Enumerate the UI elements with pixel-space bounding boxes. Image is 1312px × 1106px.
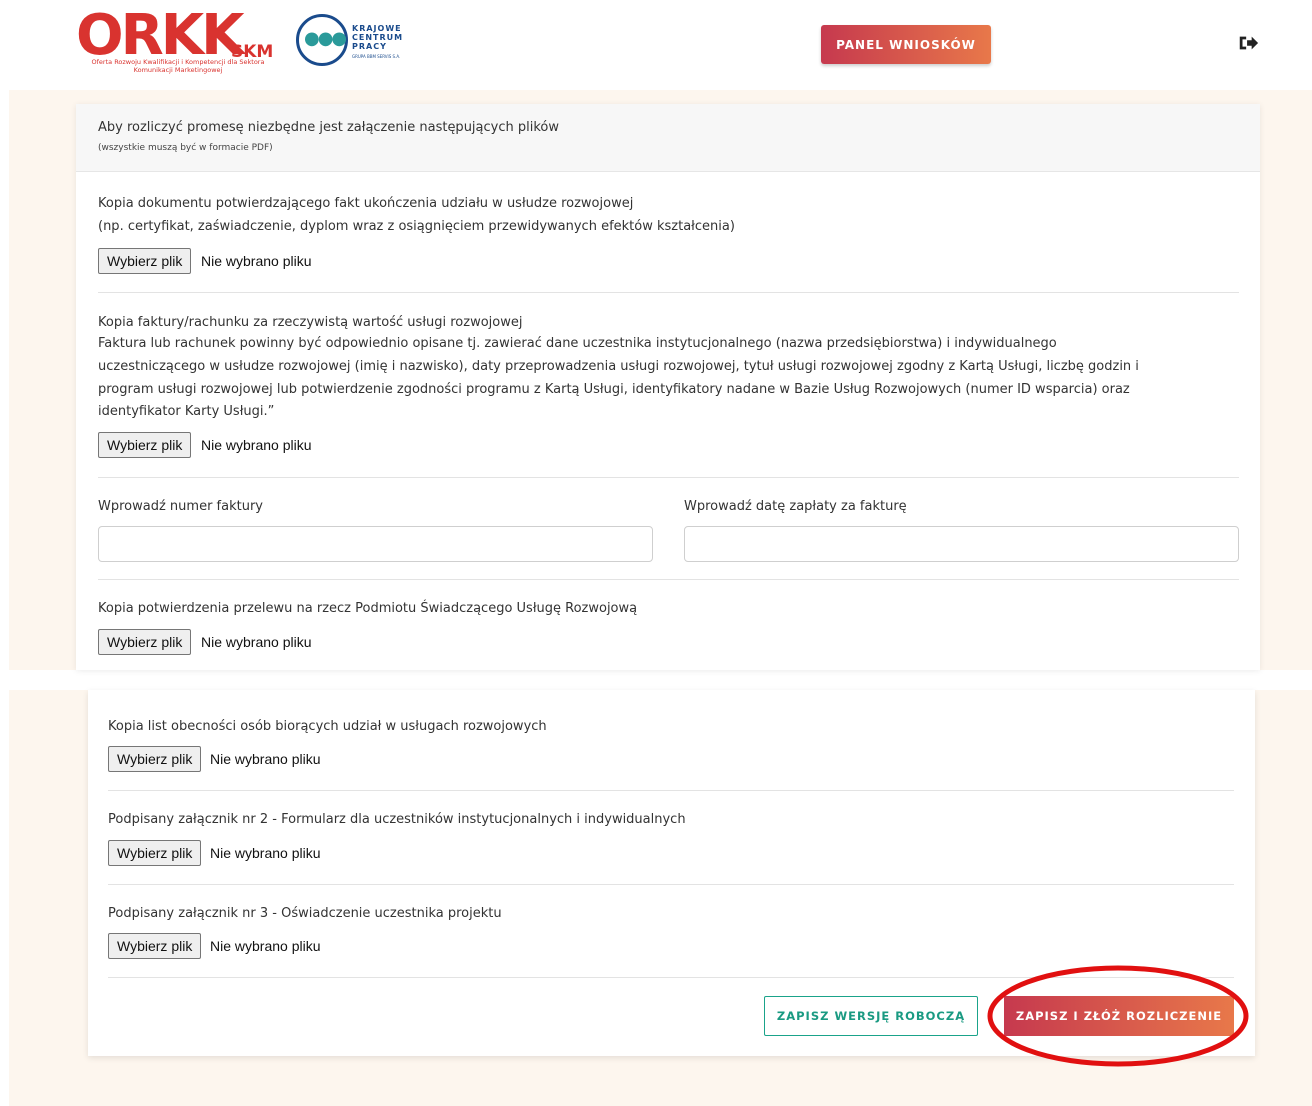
top-header: ORKK SKM Oferta Rozwoju Kwalifikacji i K… (0, 0, 1312, 90)
section-divider (108, 977, 1234, 978)
transfer-confirmation-file-button[interactable]: Wybierz plik (98, 629, 192, 655)
completion-doc-label: Kopia dokumentu potwierdzającego fakt uk… (98, 196, 634, 211)
invoice-number-label: Wprowadź numer faktury (98, 499, 263, 514)
attendance-list-file-button[interactable]: Wybierz plik (108, 746, 202, 772)
orkk-logo[interactable]: ORKK SKM Oferta Rozwoju Kwalifikacji i K… (76, 6, 286, 80)
invoice-copy-hint-2: uczestniczącego w usłudze rozwojowej (im… (98, 359, 1139, 374)
kcp-line-3: PRACY (352, 42, 387, 51)
save-and-submit-button[interactable]: ZAPISZ I ZŁÓŻ ROZLICZENIE (1004, 996, 1234, 1036)
sign-out-icon[interactable] (1237, 32, 1259, 54)
section-divider (98, 579, 1239, 580)
section-divider (108, 790, 1234, 791)
section-divider (98, 292, 1239, 293)
invoice-copy-label: Kopia faktury/rachunku za rzeczywistą wa… (98, 315, 523, 330)
invoice-copy-file-button[interactable]: Wybierz plik (98, 432, 192, 458)
kcp-logo-text: KRAJOWE CENTRUM PRACY (352, 24, 403, 51)
attachment-3-file-button[interactable]: Wybierz plik (108, 933, 202, 959)
orkk-logo-mark: ORKK (76, 3, 245, 68)
kcp-logo[interactable]: ●●● KRAJOWE CENTRUM PRACY GRUPA BBM SERV… (296, 14, 416, 72)
intro-title: Aby rozliczyć promesę niezbędne jest zał… (98, 120, 559, 135)
kcp-line-2: CENTRUM (352, 33, 404, 42)
invoice-number-input[interactable] (98, 526, 653, 562)
attachment-3-file-status: Nie wybrano pliku (210, 938, 321, 954)
kcp-logo-tagline: GRUPA BBM SERVIS S.A. (352, 54, 401, 59)
completion-doc-hint: (np. certyfikat, zaświadczenie, dyplom w… (98, 219, 735, 234)
attendance-list-file-status: Nie wybrano pliku (210, 751, 321, 767)
attachment-2-file-button[interactable]: Wybierz plik (108, 840, 202, 866)
panel-wnioskow-button[interactable]: PANEL WNIOSKÓW (821, 25, 991, 64)
kcp-people-icon: ●●● (304, 28, 347, 49)
save-draft-button[interactable]: ZAPISZ WERSJĘ ROBOCZĄ (764, 996, 978, 1036)
invoice-copy-hint-3: program usługi rozwojowej lub potwierdze… (98, 382, 1130, 397)
transfer-confirmation-file-status: Nie wybrano pliku (201, 634, 312, 650)
form-intro: Aby rozliczyć promesę niezbędne jest zał… (76, 104, 1260, 172)
attendance-list-label: Kopia list obecności osób biorących udzi… (108, 719, 547, 734)
section-divider (108, 884, 1234, 885)
payment-date-input[interactable] (684, 526, 1239, 562)
attachment-2-file-status: Nie wybrano pliku (210, 845, 321, 861)
completion-doc-file-button[interactable]: Wybierz plik (98, 248, 192, 274)
invoice-copy-hint-4: identyfikator Karty Usługi.” (98, 404, 275, 419)
orkk-logo-subtitle: Oferta Rozwoju Kwalifikacji i Kompetencj… (91, 58, 265, 74)
invoice-copy-hint-1: Faktura lub rachunek powinny być odpowie… (98, 336, 1057, 351)
attachment-2-label: Podpisany załącznik nr 2 - Formularz dla… (108, 812, 686, 827)
section-divider (98, 477, 1239, 478)
transfer-confirmation-label: Kopia potwierdzenia przelewu na rzecz Po… (98, 601, 638, 616)
completion-doc-file-status: Nie wybrano pliku (201, 253, 312, 269)
kcp-line-1: KRAJOWE (352, 24, 402, 33)
intro-note: (wszystkie muszą być w formacie PDF) (98, 143, 273, 153)
attachment-3-label: Podpisany załącznik nr 3 - Oświadczenie … (108, 906, 502, 921)
invoice-copy-file-status: Nie wybrano pliku (201, 437, 312, 453)
payment-date-label: Wprowadź datę zapłaty za fakturę (684, 499, 907, 514)
